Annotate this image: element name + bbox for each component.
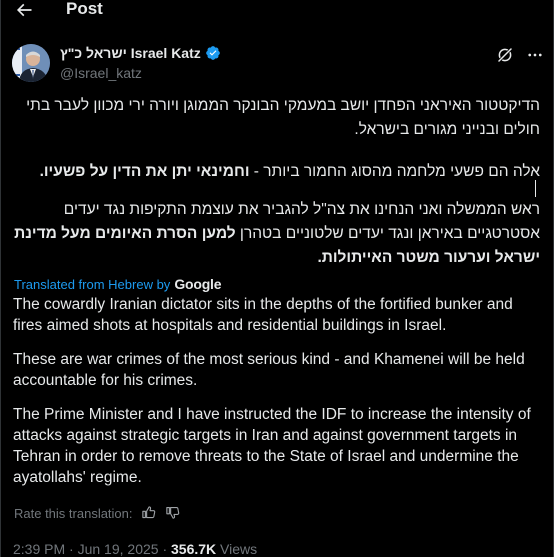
thumbs-up-icon[interactable] [141,505,157,521]
post-time[interactable]: 2:39 PM [13,541,65,557]
display-name-row: ישראל כ"ץ Israel Katz [60,44,221,62]
post-text-translated: The cowardly Iranian dictator sits in th… [13,294,543,488]
views-count: 356.7K [171,541,217,557]
more-icon [528,53,542,57]
author-row: ישראל כ"ץ Israel Katz @Israel_katz [0,38,554,86]
thumbs-down-icon[interactable] [165,505,181,521]
meta-separator: · [65,541,78,557]
page-title: Post [66,0,103,18]
grok-button[interactable] [494,44,516,66]
meta-separator: · [158,541,172,557]
author-names: ישראל כ"ץ Israel Katz @Israel_katz [60,44,221,81]
translation-label: Translated from Hebrew by [14,276,171,292]
post-date[interactable]: Jun 19, 2025 [78,541,159,557]
avatar[interactable] [12,44,50,82]
google-logo: Google [174,276,222,292]
avatar-image [12,44,50,82]
more-button[interactable] [524,44,546,66]
hebrew-paragraph-2: אלה הם פשעי מלחמה מהסוג החמור ביותר - וח… [12,160,540,184]
post-header: Post [0,0,554,22]
translation-attribution[interactable]: Translated from Hebrew by Google [14,276,222,292]
author-handle[interactable]: @Israel_katz [60,65,221,81]
arrow-left-icon [16,3,32,17]
hebrew-paragraph-3: ראש הממשלה ואני הנחינו את צה"ל להגביר את… [12,198,540,270]
english-paragraph-2: These are war crimes of the most serious… [13,351,525,389]
english-paragraph-1: The cowardly Iranian dictator sits in th… [13,296,513,334]
verified-badge-icon [205,45,221,61]
display-name[interactable]: ישראל כ"ץ Israel Katz [60,45,201,61]
grok-icon [498,48,512,62]
rate-translation: Rate this translation: [14,505,181,521]
post-meta: 2:39 PM · Jun 19, 2025 · 356.7K Views [13,541,257,557]
english-paragraph-3: The Prime Minister and I have instructed… [13,406,531,486]
rate-label: Rate this translation: [14,505,133,521]
views-label: Views [216,541,258,557]
hebrew-paragraph-1: הדיקטטור האיראני הפחדן יושב במעמקי הבונק… [26,97,540,138]
text-caret [535,180,536,197]
post-text-original: הדיקטטור האיראני הפחדן יושב במעמקי הבונק… [12,94,540,270]
hebrew-p2-bold: וחמינאי יתן את הדין על פשעיו. [39,163,250,180]
hebrew-p2-text: אלה הם פשעי מלחמה מהסוג החמור ביותר - [249,163,540,180]
back-button[interactable] [12,0,36,20]
